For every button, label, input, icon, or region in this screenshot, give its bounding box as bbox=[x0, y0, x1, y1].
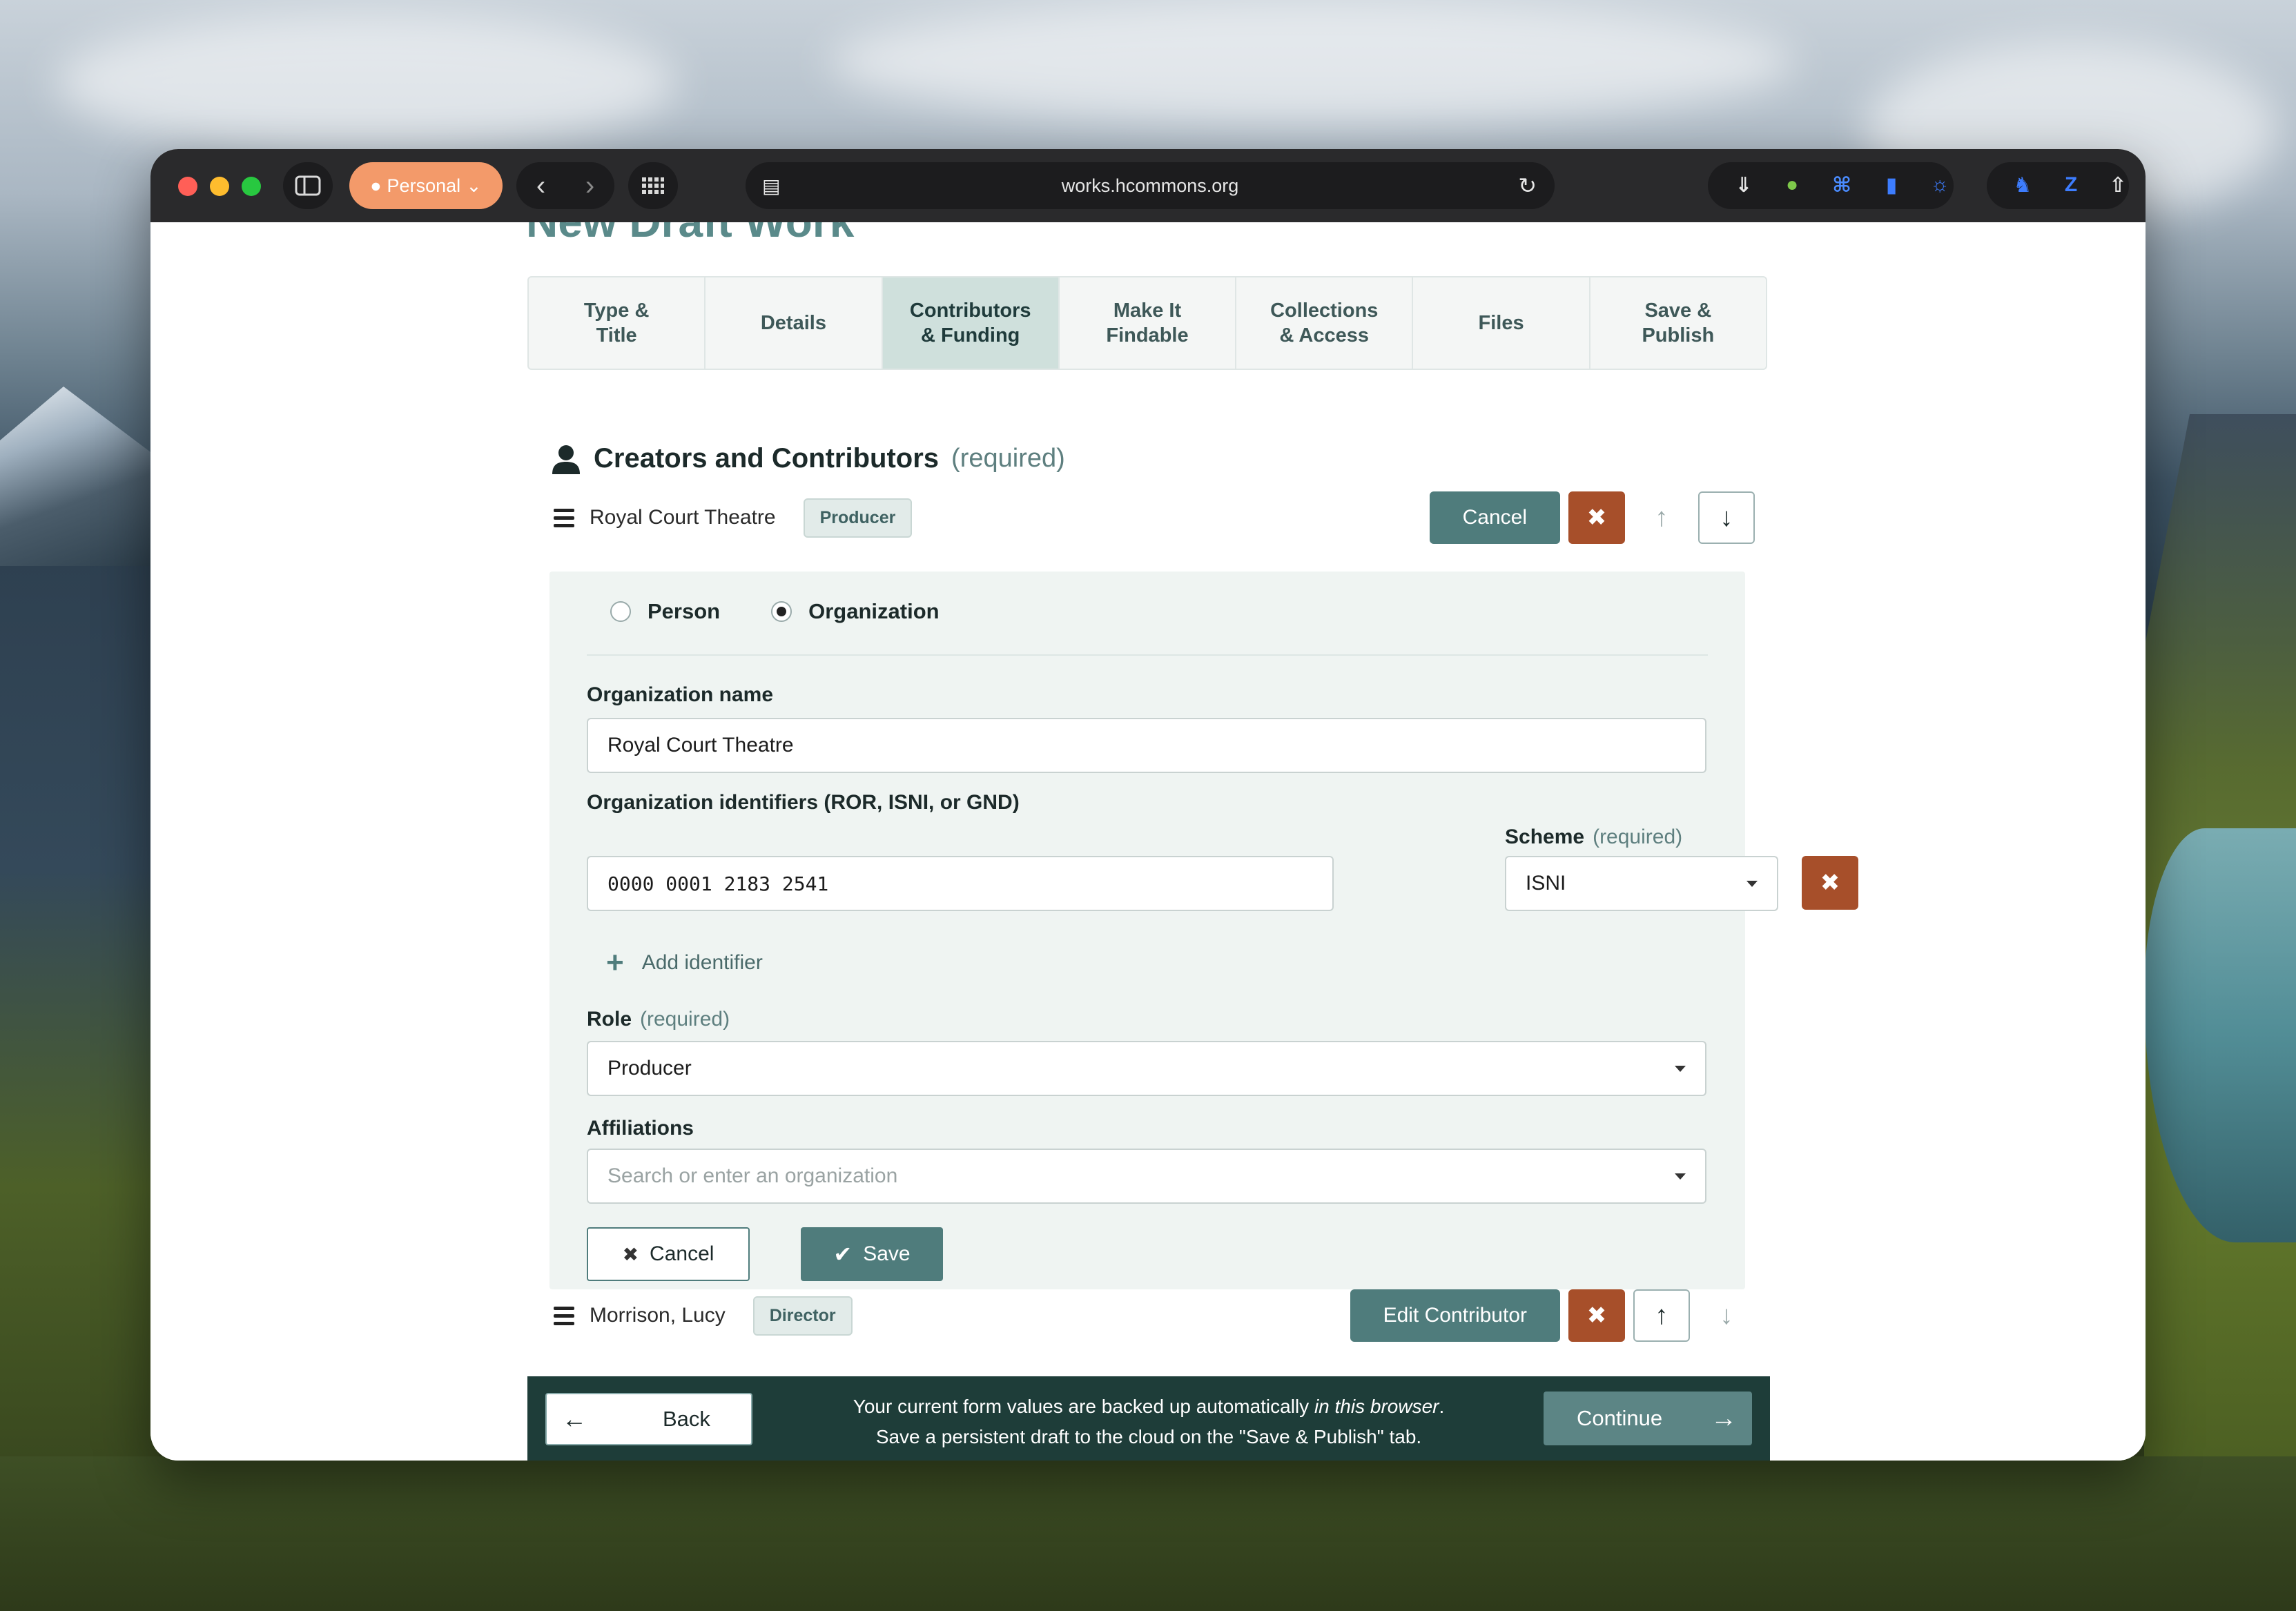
sync-extension-icon[interactable]: ☼ bbox=[1925, 170, 1955, 200]
continue-button[interactable]: Continue → bbox=[1544, 1392, 1752, 1445]
add-identifier-button[interactable]: + Add identifier bbox=[606, 946, 763, 980]
profile-label: Personal bbox=[387, 175, 461, 196]
affiliations-label: Affiliations bbox=[587, 1117, 694, 1140]
close-icon: ✖ bbox=[1586, 1302, 1607, 1329]
arrow-right-icon: → bbox=[1711, 1403, 1737, 1433]
dropdown-caret-icon bbox=[1675, 1173, 1686, 1180]
role-badge: Producer bbox=[803, 498, 913, 538]
delete-contributor-button[interactable]: ✖ bbox=[1568, 491, 1625, 544]
delete-identifier-button[interactable]: ✖ bbox=[1802, 856, 1858, 910]
section-title: Creators and Contributors bbox=[594, 443, 940, 473]
shield-extension-icon[interactable]: ▮ bbox=[1876, 170, 1907, 200]
minimize-window-button[interactable] bbox=[210, 177, 229, 196]
organization-radio-label: Organization bbox=[808, 599, 940, 623]
back-icon[interactable]: ‹ bbox=[536, 170, 545, 202]
person-radio-label: Person bbox=[648, 599, 721, 623]
move-up-button[interactable]: ↑ bbox=[1633, 1289, 1690, 1342]
identifiers-label: Organization identifiers (ROR, ISNI, or … bbox=[587, 791, 1020, 814]
org-name-value: Royal Court Theatre bbox=[607, 734, 794, 756]
page-menu-icon[interactable]: ▤ bbox=[762, 175, 780, 197]
page-title: New Draft Work bbox=[526, 222, 854, 247]
step-tab[interactable]: Collections & Access bbox=[1236, 277, 1414, 369]
move-up-icon[interactable]: ↑ bbox=[1633, 491, 1690, 544]
step-tab[interactable]: Contributors & Funding bbox=[882, 277, 1060, 369]
dropdown-caret-icon bbox=[1675, 1066, 1686, 1072]
user-icon bbox=[552, 445, 580, 474]
close-icon: ✖ bbox=[1820, 870, 1840, 896]
add-identifier-label: Add identifier bbox=[641, 951, 763, 974]
org-name-label: Organization name bbox=[587, 683, 774, 706]
step-tab[interactable]: Make It Findable bbox=[1060, 277, 1237, 369]
autosave-message: Your current form values are backed up a… bbox=[853, 1396, 1445, 1447]
download-icon[interactable]: ⇓ bbox=[1729, 170, 1759, 200]
zotero-icon[interactable]: Z bbox=[2056, 170, 2086, 200]
role-label: Role (required) bbox=[587, 1008, 730, 1031]
step-tab[interactable]: Save & Publish bbox=[1590, 277, 1766, 369]
reload-icon[interactable]: ↻ bbox=[1518, 173, 1537, 199]
section-header: Creators and Contributors (required) bbox=[551, 443, 1065, 474]
role-badge: Director bbox=[752, 1296, 853, 1336]
plus-icon: + bbox=[606, 946, 624, 979]
person-icon: ● bbox=[370, 175, 382, 196]
divider bbox=[587, 654, 1708, 656]
organization-radio[interactable] bbox=[771, 601, 792, 622]
close-window-button[interactable] bbox=[178, 177, 197, 196]
edit-contributor-button[interactable]: Edit Contributor bbox=[1350, 1289, 1560, 1342]
browser-toolbar: ● Personal ⌄ ‹ › ▤ works.hcommons.org ↻ … bbox=[150, 149, 2146, 222]
url-text: works.hcommons.org bbox=[1061, 175, 1239, 196]
nav-buttons: ‹ › bbox=[516, 162, 614, 209]
delete-contributor-button[interactable]: ✖ bbox=[1568, 1289, 1625, 1342]
section-required: (required) bbox=[951, 444, 1065, 473]
org-name-input[interactable]: Royal Court Theatre bbox=[587, 718, 1706, 773]
affiliations-select[interactable]: Search or enter an organization bbox=[587, 1149, 1706, 1204]
tab-overview-icon[interactable] bbox=[628, 162, 678, 209]
contributor-row: Morrison, Lucy Director Edit Contributor… bbox=[554, 1289, 1738, 1342]
step-navigation: Type & Title Details Contributors & Fundin… bbox=[527, 276, 1767, 370]
chevron-down-icon: ⌄ bbox=[466, 175, 482, 196]
zoom-window-button[interactable] bbox=[242, 177, 261, 196]
command-extension-icon[interactable]: ⌘ bbox=[1827, 170, 1857, 200]
person-radio[interactable] bbox=[610, 601, 631, 622]
contributor-name: Morrison, Lucy bbox=[590, 1304, 726, 1327]
arrow-left-icon: ← bbox=[562, 1405, 587, 1433]
type-radio-group: Person Organization bbox=[610, 599, 940, 624]
step-tab[interactable]: Files bbox=[1413, 277, 1590, 369]
contributor-name: Royal Court Theatre bbox=[590, 506, 776, 529]
share-icon[interactable]: ⇧ bbox=[2103, 170, 2133, 200]
scheme-label: Scheme (required) bbox=[1505, 826, 1683, 848]
form-cancel-button[interactable]: ✖ Cancel bbox=[587, 1227, 750, 1281]
page-content: New Draft Work Type & TitleDetailsContri… bbox=[150, 222, 2146, 1461]
checkmark-icon: ✔ bbox=[833, 1242, 853, 1267]
scheme-select[interactable]: ISNI bbox=[1505, 856, 1778, 911]
role-select[interactable]: Producer bbox=[587, 1041, 1706, 1096]
browser-window: ● Personal ⌄ ‹ › ▤ works.hcommons.org ↻ … bbox=[150, 149, 2146, 1461]
drag-handle-icon[interactable] bbox=[554, 1306, 574, 1325]
identifier-value: 0000 0001 2183 2541 bbox=[607, 872, 829, 895]
sidebar-toggle-icon[interactable] bbox=[283, 162, 333, 209]
identifier-input[interactable]: 0000 0001 2183 2541 bbox=[587, 856, 1334, 911]
back-button[interactable]: ← Back bbox=[545, 1393, 752, 1445]
move-down-icon[interactable]: ↓ bbox=[1698, 1289, 1755, 1342]
drag-handle-icon[interactable] bbox=[554, 508, 574, 527]
address-bar[interactable]: ▤ works.hcommons.org ↻ bbox=[746, 162, 1555, 209]
dropdown-caret-icon bbox=[1747, 881, 1758, 887]
scheme-value: ISNI bbox=[1526, 872, 1566, 895]
forward-icon[interactable]: › bbox=[585, 170, 594, 202]
close-icon: ✖ bbox=[1586, 505, 1607, 531]
role-value: Producer bbox=[607, 1057, 692, 1080]
profile-button[interactable]: ● Personal ⌄ bbox=[349, 162, 503, 209]
drop-extension-icon[interactable]: ● bbox=[1777, 170, 1807, 200]
library-icon[interactable]: ♞ bbox=[2007, 170, 2038, 200]
form-save-button[interactable]: ✔ Save bbox=[801, 1227, 943, 1281]
contributor-row: Royal Court Theatre Producer Cancel ✖ ↑ … bbox=[554, 491, 1755, 544]
move-down-button[interactable]: ↓ bbox=[1698, 491, 1755, 544]
contributor-form: Person Organization Organization name Ro… bbox=[549, 572, 1858, 1289]
cancel-edit-button[interactable]: Cancel bbox=[1429, 491, 1560, 544]
step-tab[interactable]: Details bbox=[706, 277, 883, 369]
form-footer: ← Back Your current form values are back… bbox=[527, 1376, 1770, 1461]
close-icon: ✖ bbox=[622, 1243, 639, 1265]
step-tab[interactable]: Type & Title bbox=[529, 277, 706, 369]
affiliations-placeholder: Search or enter an organization bbox=[607, 1164, 898, 1187]
